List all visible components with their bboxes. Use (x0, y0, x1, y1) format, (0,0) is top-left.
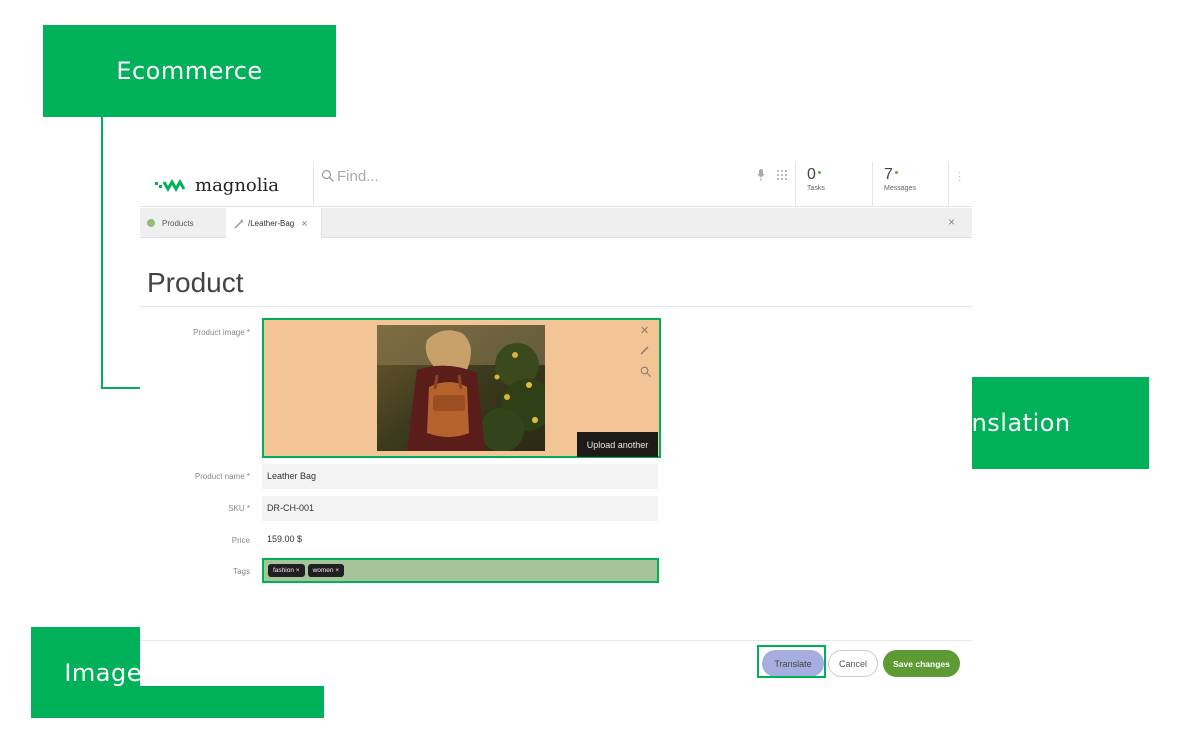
sku-input[interactable]: DR-CH-001 (262, 496, 658, 521)
tasks-label: Tasks (807, 185, 825, 192)
status-dot (817, 171, 821, 174)
magnolia-logo[interactable]: magnolia (155, 172, 279, 198)
tab-leather-bag[interactable]: /Leather-Bag × (226, 208, 322, 239)
cms-window: magnolia 0 Tasks 7 Messages (140, 162, 972, 686)
divider (140, 640, 972, 641)
close-icon[interactable]: × (948, 215, 955, 229)
tab-label: Products (162, 218, 194, 228)
magnolia-logo-icon (155, 178, 186, 192)
messages-count: 7 (884, 166, 893, 183)
search-input[interactable] (337, 165, 737, 187)
microphone-icon[interactable] (757, 169, 765, 181)
app-grid-icon[interactable] (777, 170, 787, 180)
logo-text: magnolia (195, 174, 279, 196)
app-dot-icon (147, 219, 155, 227)
page-title: Product (147, 267, 244, 298)
tab-products[interactable]: Products (140, 208, 226, 238)
pencil-icon (234, 218, 244, 229)
more-menu-icon[interactable]: · · · (958, 168, 961, 186)
tag-chip[interactable]: women × (307, 564, 345, 577)
price-label: Price (231, 536, 250, 545)
callout-ecommerce: Ecommerce (43, 25, 336, 117)
tasks-count: 0 (807, 166, 816, 183)
close-tab-icon[interactable]: × (301, 218, 307, 230)
price-value[interactable]: 159.00 $ (267, 534, 302, 544)
product-name-label: Product name * (194, 472, 250, 481)
upload-another-button[interactable]: Upload another (577, 432, 658, 457)
connector-line (101, 117, 103, 389)
product-name-input[interactable]: Leather Bag (262, 464, 658, 489)
top-bar: magnolia 0 Tasks 7 Messages (140, 162, 972, 207)
divider (140, 306, 972, 307)
divider (948, 162, 949, 207)
tab-bar: Products /Leather-Bag × × (140, 208, 972, 239)
messages-label: Messages (884, 185, 916, 192)
tags-field[interactable]: fashion × women × (262, 558, 659, 583)
tags-label: Tags (233, 567, 250, 576)
edit-icon[interactable] (640, 345, 650, 355)
divider (313, 162, 314, 207)
tasks-counter[interactable]: 0 Tasks (807, 166, 825, 192)
status-dot (894, 171, 898, 174)
tag-chip[interactable]: fashion × (268, 564, 305, 577)
sku-label: SKU * (228, 504, 250, 513)
translate-highlight (757, 645, 826, 678)
divider (872, 162, 873, 207)
product-image-field[interactable]: ✕ Upload another (262, 318, 661, 458)
save-changes-button[interactable]: Save changes (883, 650, 960, 677)
product-photo (377, 325, 545, 451)
tab-label: /Leather-Bag (248, 219, 295, 228)
zoom-icon[interactable] (640, 366, 651, 377)
remove-icon[interactable]: ✕ (640, 324, 649, 337)
messages-counter[interactable]: 7 Messages (884, 166, 916, 192)
product-image-label: Product image * (193, 328, 250, 337)
cancel-button[interactable]: Cancel (828, 650, 878, 677)
search-icon (321, 169, 334, 182)
divider (795, 162, 796, 207)
